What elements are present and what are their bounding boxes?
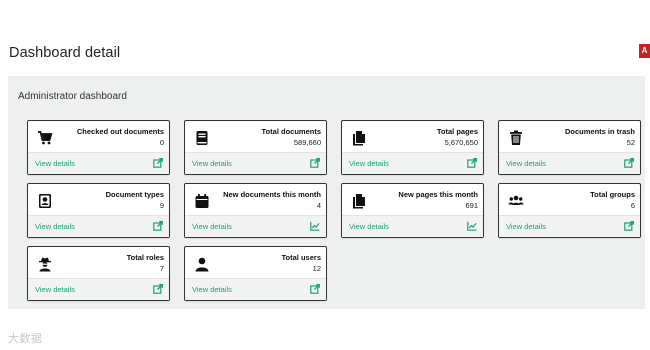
view-details-link[interactable]: View details xyxy=(192,222,232,231)
page-title: Dashboard detail xyxy=(9,45,121,61)
external-link-icon[interactable] xyxy=(153,284,163,294)
corner-badge[interactable]: A xyxy=(639,44,650,58)
external-link-icon[interactable] xyxy=(153,221,163,231)
dashboard-panel: Administrator dashboard Checked out docu… xyxy=(8,76,645,309)
card-label: Document types xyxy=(105,190,164,199)
card-value: 0 xyxy=(159,138,164,147)
view-details-link[interactable]: View details xyxy=(506,222,546,231)
external-link-icon[interactable] xyxy=(310,158,320,168)
external-link-icon[interactable] xyxy=(624,158,634,168)
stat-card: Total users 12 View details xyxy=(184,246,327,301)
card-value: 6 xyxy=(630,201,635,210)
stat-card: Documents in trash 52 View details xyxy=(498,120,641,175)
view-details-link[interactable]: View details xyxy=(506,159,546,168)
external-link-icon[interactable] xyxy=(467,158,477,168)
calendar-icon xyxy=(194,193,210,209)
stat-card: Checked out documents 0 View details xyxy=(27,120,170,175)
card-footer: View details xyxy=(185,278,326,300)
view-details-link[interactable]: View details xyxy=(349,222,389,231)
line-chart-icon[interactable] xyxy=(310,221,320,231)
card-label: Total documents xyxy=(261,127,321,136)
book-icon xyxy=(194,130,210,146)
cart-icon xyxy=(37,130,53,146)
view-details-link[interactable]: View details xyxy=(192,285,232,294)
panel-title: Administrator dashboard xyxy=(18,91,127,102)
files-icon xyxy=(351,130,367,146)
stat-card: Total roles 7 View details xyxy=(27,246,170,301)
card-value: 52 xyxy=(626,138,635,147)
user-secret-icon xyxy=(37,256,53,272)
users-icon xyxy=(508,193,524,209)
card-footer: View details xyxy=(28,152,169,174)
card-label: Total groups xyxy=(590,190,635,199)
card-grid: Checked out documents 0 View details Total … xyxy=(27,120,641,301)
external-link-icon[interactable] xyxy=(624,221,634,231)
document-type-icon xyxy=(37,193,53,209)
card-value: 7 xyxy=(159,264,164,273)
card-value: 589,660 xyxy=(293,138,321,147)
card-label: Total pages xyxy=(436,127,478,136)
card-label: Checked out documents xyxy=(76,127,164,136)
card-footer: View details xyxy=(499,152,640,174)
card-label: Total users xyxy=(281,253,321,262)
view-details-link[interactable]: View details xyxy=(192,159,232,168)
card-label: New documents this month xyxy=(223,190,321,199)
stat-card: Total documents 589,660 View details xyxy=(184,120,327,175)
watermark: 大数据 xyxy=(8,333,43,345)
files-icon xyxy=(351,193,367,209)
user-icon xyxy=(194,256,210,272)
card-footer: View details xyxy=(499,215,640,237)
card-footer: View details xyxy=(342,152,483,174)
card-footer: View details xyxy=(28,278,169,300)
card-value: 4 xyxy=(316,201,321,210)
card-value: 691 xyxy=(465,201,478,210)
view-details-link[interactable]: View details xyxy=(349,159,389,168)
card-value: 9 xyxy=(159,201,164,210)
external-link-icon[interactable] xyxy=(310,284,320,294)
view-details-link[interactable]: View details xyxy=(35,222,75,231)
card-footer: View details xyxy=(28,215,169,237)
line-chart-icon[interactable] xyxy=(467,221,477,231)
card-label: Documents in trash xyxy=(564,127,635,136)
card-label: Total roles xyxy=(126,253,164,262)
view-details-link[interactable]: View details xyxy=(35,285,75,294)
external-link-icon[interactable] xyxy=(153,158,163,168)
stat-card: Total groups 6 View details xyxy=(498,183,641,238)
stat-card: New pages this month 691 View details xyxy=(341,183,484,238)
card-value: 5,670,650 xyxy=(444,138,478,147)
card-footer: View details xyxy=(185,215,326,237)
stat-card: Document types 9 View details xyxy=(27,183,170,238)
card-footer: View details xyxy=(342,215,483,237)
stat-card: Total pages 5,670,650 View details xyxy=(341,120,484,175)
card-label: New pages this month xyxy=(398,190,478,199)
trash-icon xyxy=(508,130,524,146)
stat-card: New documents this month 4 View details xyxy=(184,183,327,238)
card-value: 12 xyxy=(312,264,321,273)
card-footer: View details xyxy=(185,152,326,174)
view-details-link[interactable]: View details xyxy=(35,159,75,168)
